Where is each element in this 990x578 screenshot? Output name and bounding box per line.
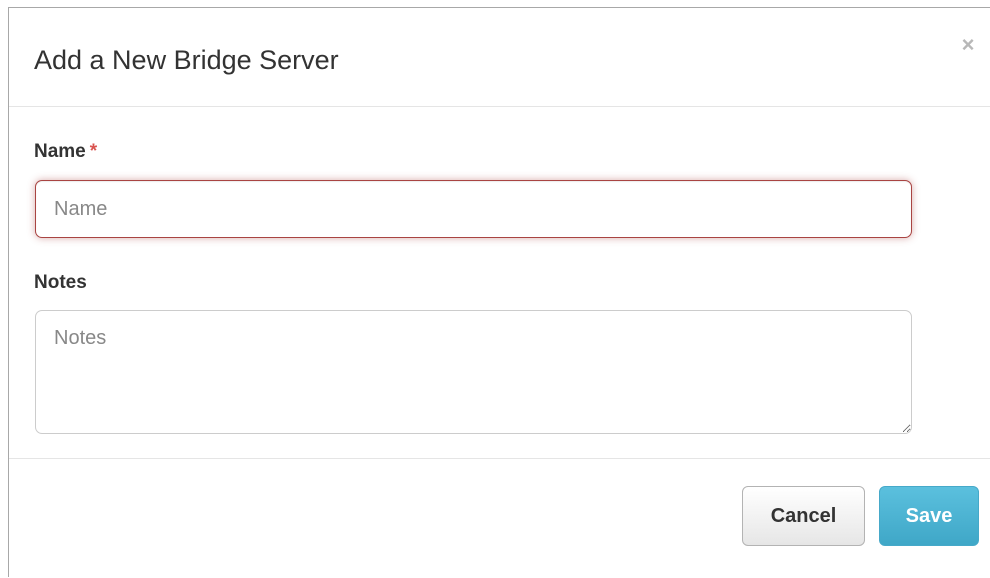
add-bridge-server-modal: Add a New Bridge Server × Name* Notes Ca…: [8, 7, 990, 577]
notes-label: Notes: [34, 272, 87, 293]
close-icon[interactable]: ×: [957, 34, 979, 56]
cancel-button[interactable]: Cancel: [742, 486, 865, 546]
modal-footer: Cancel Save: [9, 459, 990, 578]
modal-title: Add a New Bridge Server: [34, 45, 339, 75]
notes-textarea[interactable]: [35, 310, 912, 434]
name-label-text: Name: [34, 141, 86, 162]
modal-body: Name* Notes: [9, 107, 990, 459]
name-input[interactable]: [35, 180, 912, 238]
required-asterisk: *: [89, 141, 98, 162]
modal-header: Add a New Bridge Server ×: [9, 8, 990, 107]
name-label: Name *: [34, 141, 97, 163]
save-button[interactable]: Save: [879, 486, 979, 546]
